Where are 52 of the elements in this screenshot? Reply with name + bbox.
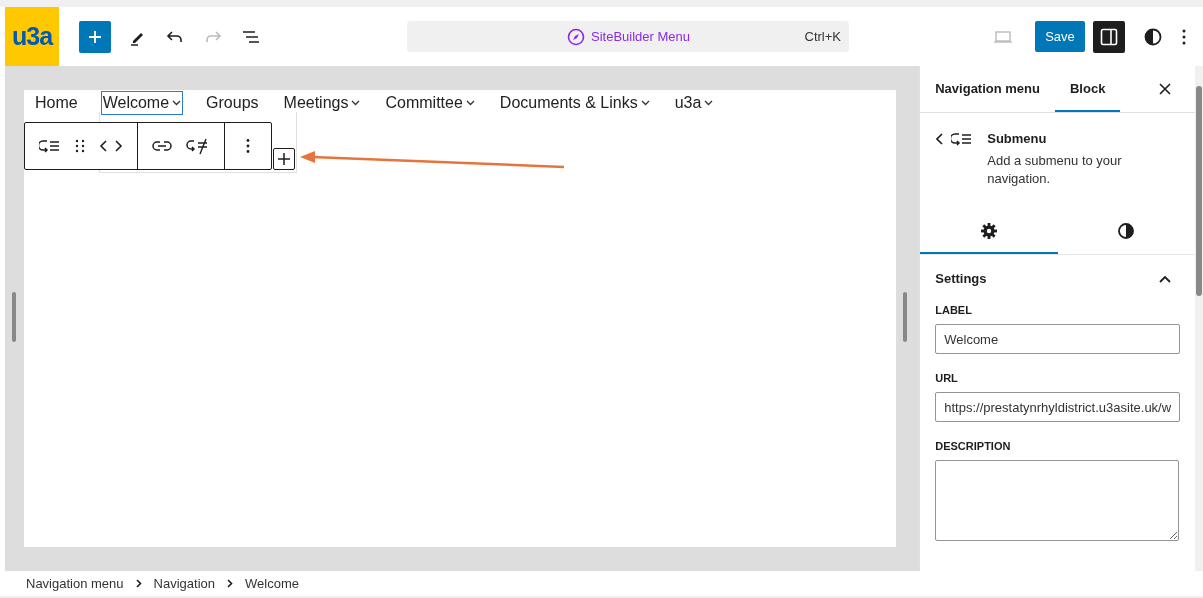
nav-item[interactable]: Documents & Links [497, 91, 652, 115]
field-label: LABEL [935, 304, 973, 316]
save-button[interactable]: Save [1035, 21, 1085, 52]
contrast-icon[interactable] [1143, 26, 1163, 47]
more-options-icon[interactable] [1181, 27, 1187, 46]
sidebar-tab[interactable]: Navigation menu [920, 66, 1055, 112]
submenu-icon [951, 131, 974, 147]
textarea-field[interactable] [935, 460, 1180, 541]
plus-icon [87, 28, 103, 45]
link-icon[interactable] [152, 139, 172, 153]
chevron-right-icon [227, 579, 233, 588]
resize-handle[interactable] [12, 292, 16, 342]
block-description: Add a submenu to your navigation. [987, 152, 1123, 188]
input-field[interactable]: https://prestatynrhyldistrict.u3asite.uk/w [935, 392, 1181, 422]
breadcrumb-item[interactable]: Navigation [153, 576, 215, 591]
scrollbar[interactable] [1195, 66, 1203, 571]
nav-item[interactable]: Committee [383, 91, 477, 115]
close-icon[interactable] [1159, 83, 1171, 95]
field-label: DESCRIPTION [935, 440, 1012, 452]
resize-handle[interactable] [903, 292, 907, 342]
nav-item[interactable]: Groups [204, 91, 261, 115]
sidebar-panel-icon [1099, 26, 1119, 47]
unlink-submenu-icon[interactable] [186, 137, 210, 155]
site-logo[interactable]: u3a [5, 7, 59, 66]
nav-item[interactable]: u3a [672, 91, 716, 115]
add-item-button[interactable] [273, 148, 295, 170]
drag-handle-icon[interactable] [75, 138, 85, 154]
more-options-icon[interactable] [245, 138, 251, 154]
gear-icon [979, 222, 998, 240]
settings-button[interactable] [1093, 20, 1125, 53]
chevron-icon[interactable] [1159, 274, 1171, 283]
plus-icon [278, 153, 290, 165]
submenu-icon[interactable] [39, 138, 61, 154]
contrast-icon [1117, 222, 1136, 240]
move-arrows-icon[interactable] [99, 138, 123, 154]
command-label: SiteBuilder Menu [591, 29, 691, 44]
breadcrumb-item[interactable]: Welcome [245, 576, 299, 591]
add-block-button[interactable] [79, 20, 111, 53]
nav-item[interactable]: Meetings [281, 91, 363, 115]
nav-item[interactable]: Welcome [100, 91, 184, 115]
field-label: URL [935, 372, 959, 384]
command-bar[interactable]: SiteBuilder Menu Ctrl+K [407, 21, 849, 52]
compass-icon [567, 27, 585, 46]
breadcrumb-item[interactable]: Navigation menu [26, 576, 124, 591]
chevron-right-icon [135, 579, 142, 588]
nav-item[interactable]: Home [33, 91, 80, 115]
sidebar-tab[interactable]: Block [1055, 66, 1121, 112]
block-title: Submenu [987, 131, 1048, 146]
input-field[interactable]: Welcome [935, 324, 1181, 354]
panel-title: Settings [935, 271, 987, 286]
shortcut-label: Ctrl+K [804, 29, 841, 44]
back-icon[interactable] [936, 133, 945, 145]
